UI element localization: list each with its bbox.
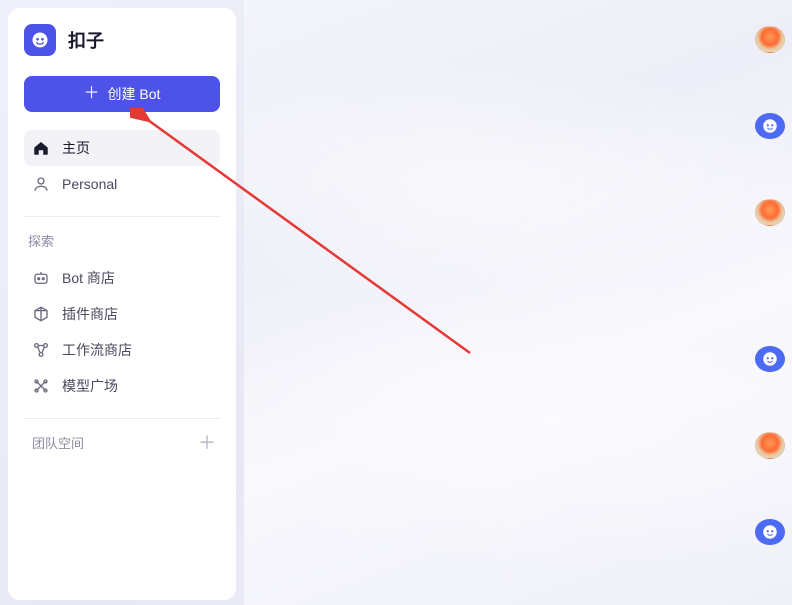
rail-bot-1[interactable] — [755, 113, 785, 139]
sidebar-item-model-plaza[interactable]: 模型广场 — [24, 368, 220, 404]
sidebar-item-label: 工作流商店 — [62, 340, 132, 360]
bot-store-icon — [32, 269, 50, 287]
sidebar-item-label: Personal — [62, 176, 117, 192]
person-icon — [32, 175, 50, 193]
brand-name: 扣子 — [68, 27, 104, 53]
sidebar-item-label: 主页 — [62, 138, 90, 158]
sidebar-item-personal[interactable]: Personal — [24, 166, 220, 202]
sidebar-item-bot-store[interactable]: Bot 商店 — [24, 260, 220, 296]
rail-avatar-1[interactable] — [755, 26, 785, 53]
main-content-area — [244, 0, 792, 605]
workflow-store-icon — [32, 341, 50, 359]
divider — [24, 216, 220, 217]
team-space-label: 团队空间 — [28, 433, 88, 452]
model-plaza-icon — [32, 377, 50, 395]
home-icon — [32, 139, 50, 157]
divider — [24, 418, 220, 419]
rail-avatar-3[interactable] — [755, 432, 785, 459]
sidebar-item-label: Bot 商店 — [62, 268, 115, 288]
brand-logo-icon — [24, 24, 56, 56]
sidebar-item-plugin-store[interactable]: 插件商店 — [24, 296, 220, 332]
sidebar-item-home[interactable]: 主页 — [24, 130, 220, 166]
team-space-section: 团队空间 ＋ — [24, 433, 220, 452]
sidebar-item-label: 模型广场 — [62, 376, 118, 396]
explore-section-label: 探索 — [24, 231, 220, 250]
rail-bot-2[interactable] — [755, 346, 785, 372]
sidebar-item-label: 插件商店 — [62, 304, 118, 324]
plus-icon: ＋ — [84, 86, 100, 102]
add-team-space-button[interactable]: ＋ — [198, 434, 216, 452]
sidebar-item-workflow-store[interactable]: 工作流商店 — [24, 332, 220, 368]
create-bot-button[interactable]: ＋ 创建 Bot — [24, 76, 220, 112]
right-rail — [748, 0, 792, 605]
brand: 扣子 — [24, 24, 220, 56]
sidebar: 扣子 ＋ 创建 Bot 主页 Personal 探索 Bot 商店 插件商店 — [8, 8, 236, 600]
create-bot-label: 创建 Bot — [108, 84, 161, 104]
rail-avatar-2[interactable] — [755, 199, 785, 226]
rail-bot-3[interactable] — [755, 519, 785, 545]
plugin-store-icon — [32, 305, 50, 323]
